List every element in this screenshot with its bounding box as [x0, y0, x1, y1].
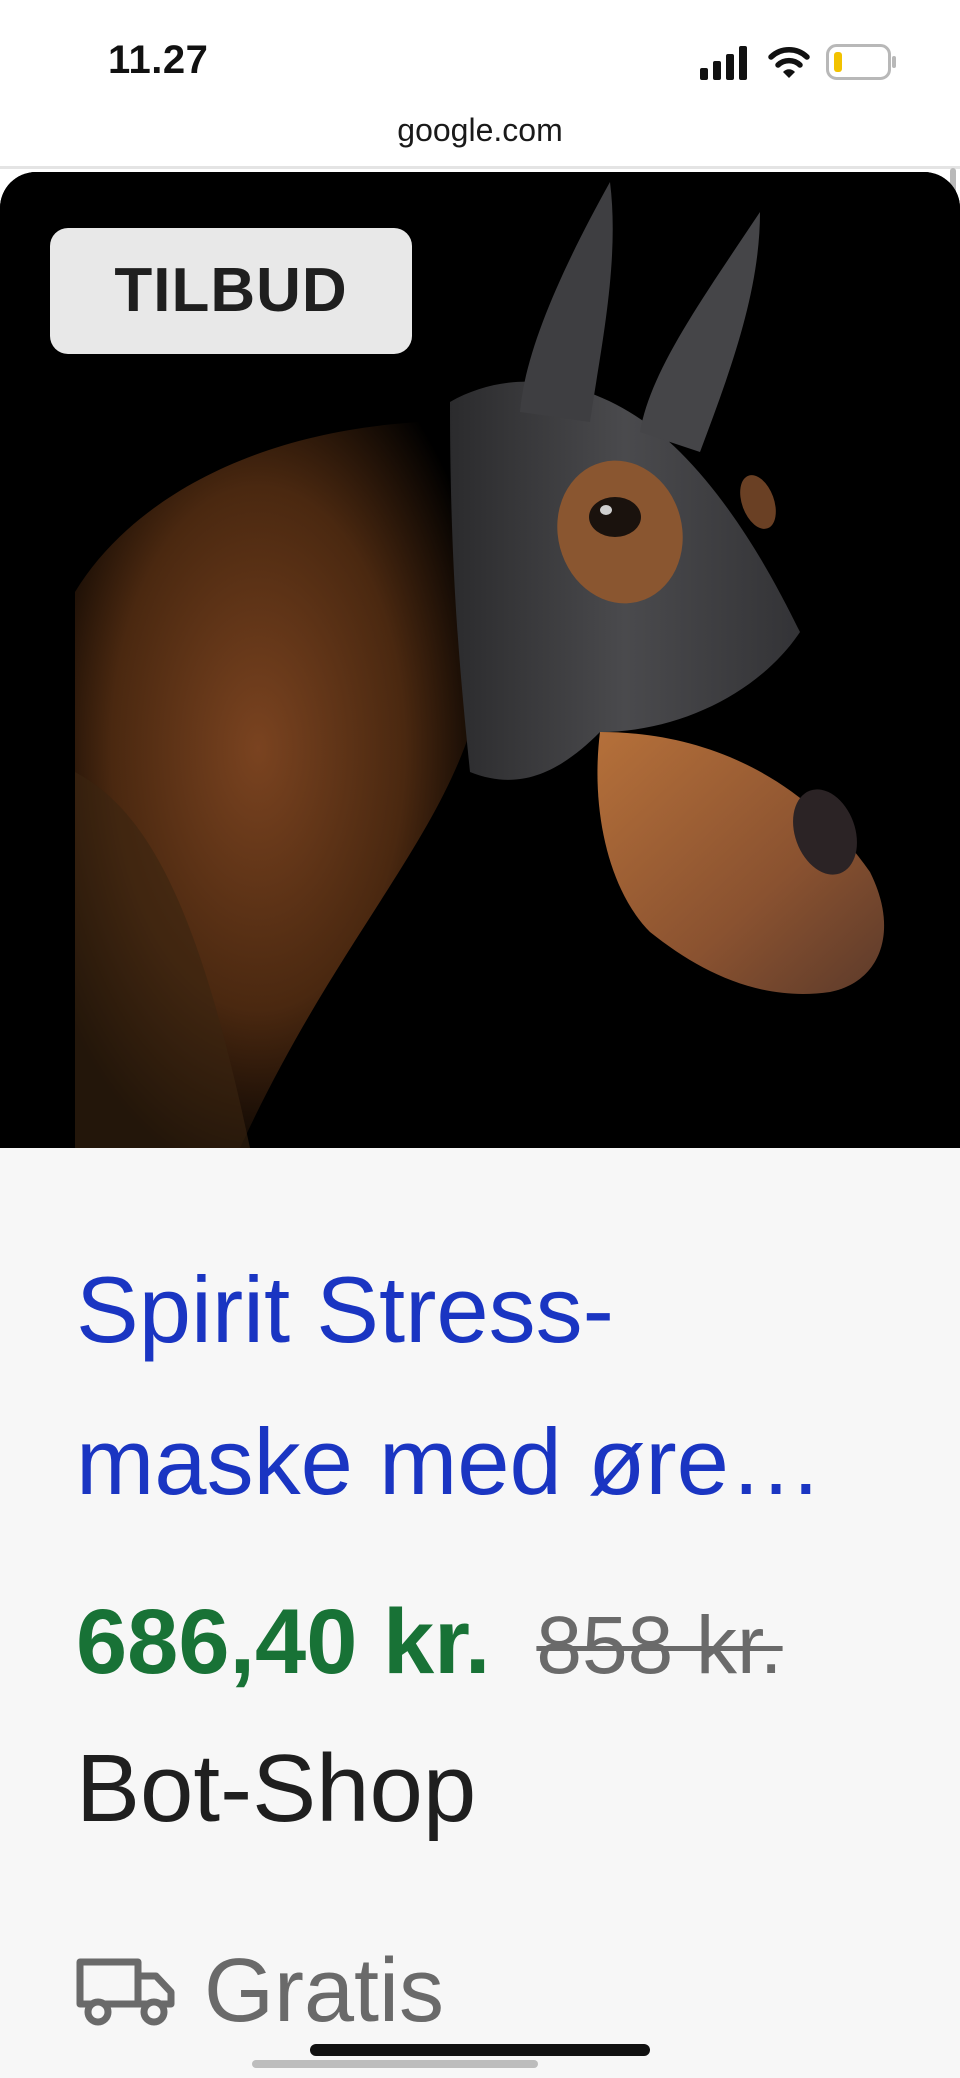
original-price: 858 kr. [536, 1600, 783, 1691]
status-bar: 11.27 [0, 0, 960, 112]
seller-name: Bot-Shop [76, 1735, 477, 1842]
battery-icon [826, 44, 896, 80]
product-title-line-2: maske med øre… [76, 1409, 823, 1514]
sale-price: 686,40 kr. [76, 1591, 491, 1693]
product-card[interactable]: TILBUD Spirit Stress- maske med øre… 686… [0, 172, 960, 2078]
status-time: 11.27 [108, 38, 209, 82]
scroll-bar-bottom [252, 2060, 538, 2068]
product-image[interactable]: TILBUD [0, 172, 960, 1148]
url-text: google.com [397, 112, 563, 148]
wifi-icon [768, 47, 810, 78]
deal-badge: TILBUD [50, 228, 412, 354]
url-bar[interactable]: google.com [0, 112, 960, 169]
truck-icon [76, 1958, 175, 2026]
home-indicator[interactable] [310, 2044, 650, 2056]
signal-icon [700, 46, 747, 80]
shipping-text: Gratis [204, 1941, 445, 2041]
product-title[interactable]: Spirit Stress- maske med øre… [76, 1234, 916, 1538]
price-row: 686,40 kr. 858 kr. [76, 1590, 783, 1710]
product-title-line-1: Spirit Stress- [76, 1257, 614, 1362]
